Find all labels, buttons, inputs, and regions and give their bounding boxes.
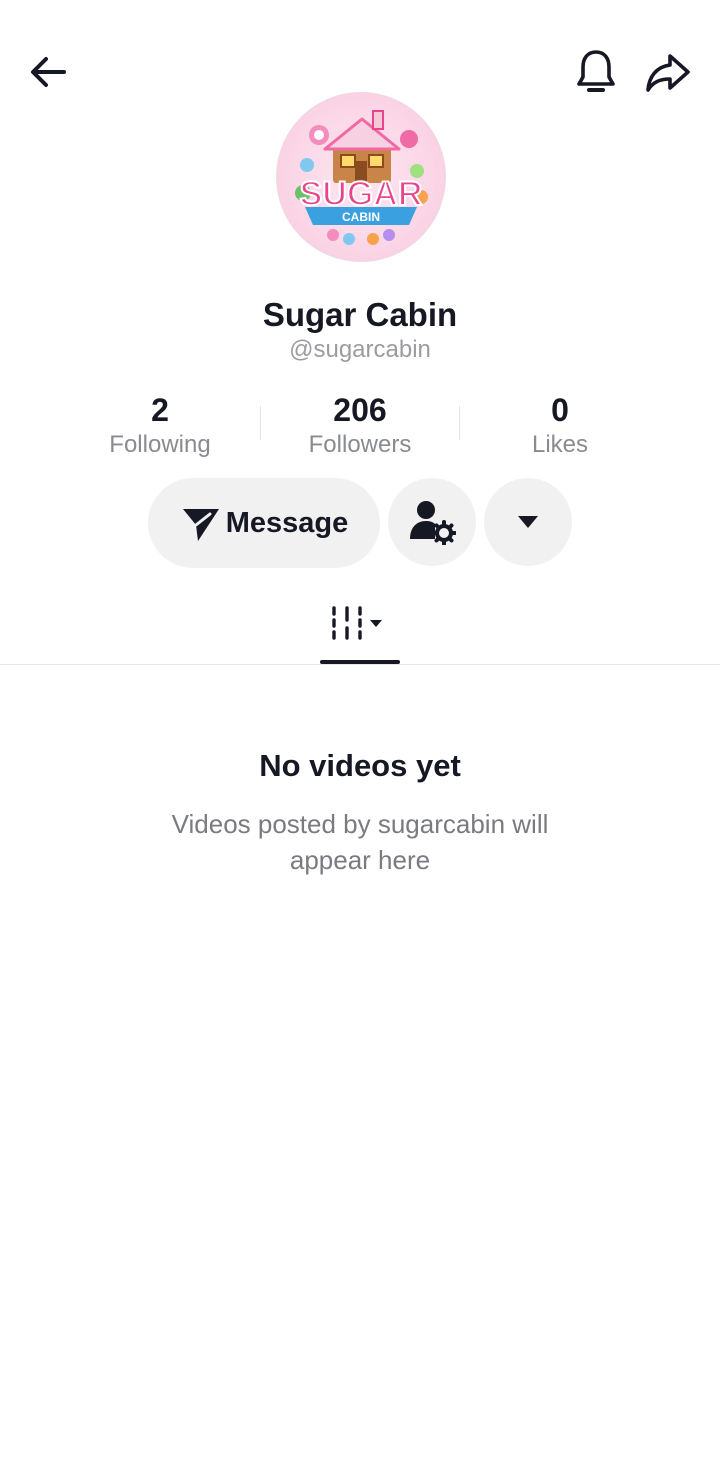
- stats-divider: [260, 406, 261, 440]
- tab-videos[interactable]: [320, 596, 400, 664]
- profile-avatar[interactable]: SUGAR CABIN: [276, 92, 446, 262]
- content-tabs: [0, 596, 720, 666]
- profile-stats: 2 Following 206 Followers 0 Likes: [60, 392, 660, 462]
- profile-actions: Message: [0, 478, 720, 568]
- arrow-left-icon: [31, 57, 66, 87]
- follow-settings-button[interactable]: [388, 478, 476, 566]
- likes-label: Likes: [531, 431, 589, 458]
- tabs-divider: [0, 664, 720, 665]
- notifications-button[interactable]: [568, 44, 624, 100]
- stat-following[interactable]: 2 Following: [60, 392, 260, 462]
- share-arrow-icon: [646, 54, 690, 92]
- more-options-dropdown[interactable]: [484, 478, 572, 566]
- likes-count: 0: [551, 392, 569, 428]
- back-button[interactable]: [20, 44, 76, 100]
- user-gear-icon: [410, 501, 456, 545]
- following-label: Following: [109, 431, 211, 458]
- profile-display-name: Sugar Cabin: [262, 296, 458, 333]
- stat-likes[interactable]: 0 Likes: [460, 392, 660, 462]
- sugar-cabin-logo: SUGAR CABIN: [295, 110, 428, 245]
- stat-followers[interactable]: 206 Followers: [260, 392, 460, 462]
- empty-state-title: No videos yet: [259, 748, 461, 783]
- svg-text:CABIN: CABIN: [342, 210, 380, 224]
- profile-username: @sugarcabin: [289, 336, 431, 363]
- send-icon: [182, 509, 219, 541]
- followers-count: 206: [333, 392, 387, 428]
- followers-label: Followers: [308, 431, 412, 458]
- message-button-label: Message: [225, 506, 349, 539]
- following-count: 2: [151, 392, 169, 428]
- empty-state-subtitle: Videos posted by sugarcabin will appear …: [171, 809, 549, 875]
- grid-sort-icon: [332, 606, 382, 640]
- bell-icon: [577, 50, 615, 92]
- caret-down-icon: [518, 516, 538, 528]
- message-button[interactable]: Message: [148, 478, 380, 568]
- share-button[interactable]: [640, 44, 696, 100]
